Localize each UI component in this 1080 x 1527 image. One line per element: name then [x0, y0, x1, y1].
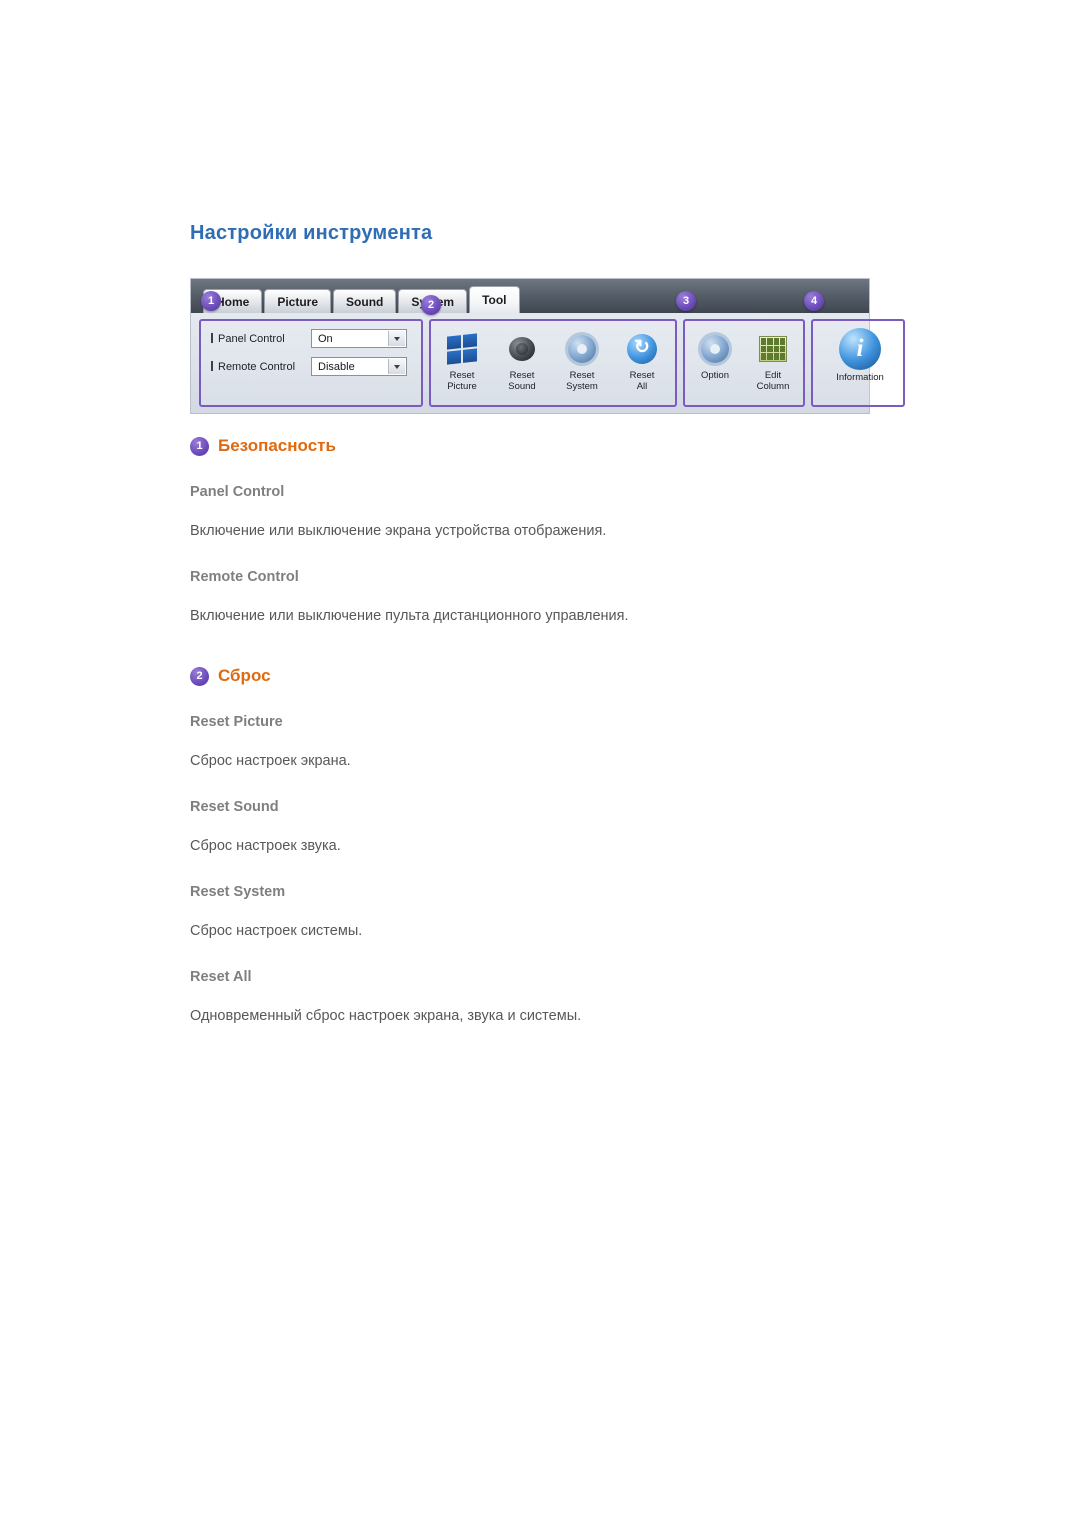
item-title-remote-control: Remote Control — [190, 569, 299, 585]
panel-control-value: On — [318, 332, 333, 345]
gear-icon — [686, 327, 744, 371]
callout-2: 2 — [421, 295, 441, 315]
item-desc-reset-sound: Сброс настроек звука. — [190, 838, 341, 854]
chevron-down-icon[interactable] — [388, 331, 405, 346]
reset-sound-label-2: Sound — [508, 380, 536, 392]
section-number-1: 1 — [190, 436, 209, 456]
item-title-reset-system: Reset System — [190, 884, 286, 900]
tab-sound[interactable]: Sound — [333, 289, 397, 313]
screenshot-tab-bar: Home Picture Sound System Tool — [203, 283, 522, 313]
item-desc-reset-system: Сброс настроек системы. — [190, 923, 363, 939]
reset-picture-label-1: Reset — [449, 370, 475, 381]
group-security: Panel Control On Remote Control Disable — [199, 319, 423, 407]
reset-system-label-1: Reset — [569, 370, 595, 381]
item-title-reset-all: Reset All — [190, 969, 252, 985]
tab-picture[interactable]: Picture — [264, 289, 332, 313]
tab-tool[interactable]: Tool — [469, 286, 520, 313]
reset-sound-button[interactable]: Reset Sound — [493, 327, 551, 392]
remote-control-value: Disable — [318, 360, 355, 373]
reset-picture-label-2: Picture — [447, 380, 477, 392]
reset-sound-label-1: Reset — [509, 370, 535, 381]
remote-control-select[interactable]: Disable — [311, 357, 407, 376]
group-information: i Information — [811, 319, 905, 407]
information-button[interactable]: i Information — [829, 325, 891, 384]
group-option: Option Edit Column — [683, 319, 805, 407]
speaker-icon — [493, 327, 551, 371]
section-heading-reset: 2 Сброс — [190, 666, 271, 686]
section-title-1: Безопасность — [218, 436, 336, 455]
callout-3: 3 — [676, 291, 696, 311]
panel-control-label: Panel Control — [207, 333, 311, 345]
item-desc-remote-control: Включение или выключение пульта дистанци… — [190, 608, 629, 624]
option-button[interactable]: Option — [686, 327, 744, 382]
table-grid-icon — [744, 327, 802, 371]
gear-icon — [553, 327, 611, 371]
remote-control-label: Remote Control — [207, 361, 311, 373]
item-title-reset-sound: Reset Sound — [190, 799, 279, 815]
option-label-1: Option — [701, 370, 729, 381]
section-number-2: 2 — [190, 666, 209, 686]
item-desc-reset-picture: Сброс настроек экрана. — [190, 753, 351, 769]
windows-logo-icon — [433, 327, 491, 371]
edit-column-label-2: Column — [756, 380, 790, 392]
page-title: Настройки инструмента — [190, 222, 433, 244]
callout-4: 4 — [804, 291, 824, 311]
setting-panel-control: Panel Control On — [207, 329, 407, 348]
edit-column-button[interactable]: Edit Column — [744, 327, 802, 392]
item-title-reset-picture: Reset Picture — [190, 714, 283, 730]
reset-all-button[interactable]: ↻ Reset All — [613, 327, 671, 392]
section-heading-security: 1 Безопасность — [190, 436, 336, 456]
panel-control-select[interactable]: On — [311, 329, 407, 348]
chevron-down-icon[interactable] — [388, 359, 405, 374]
item-desc-panel-control: Включение или выключение экрана устройст… — [190, 523, 607, 539]
information-label: Information — [836, 372, 884, 383]
reset-system-label-2: System — [566, 380, 598, 392]
tool-settings-screenshot: Home Picture Sound System Tool Panel Con… — [190, 278, 905, 414]
document-page: Настройки инструмента Home Picture Sound… — [0, 0, 1080, 1527]
group-reset: Reset Picture Reset Sound Reset System ↻… — [429, 319, 677, 407]
edit-column-label-1: Edit — [764, 370, 782, 381]
setting-remote-control: Remote Control Disable — [207, 357, 407, 376]
reset-all-label-1: Reset — [629, 370, 655, 381]
reset-picture-button[interactable]: Reset Picture — [433, 327, 491, 392]
item-desc-reset-all: Одновременный сброс настроек экрана, зву… — [190, 1008, 582, 1024]
item-title-panel-control: Panel Control — [190, 484, 285, 500]
refresh-icon: ↻ — [613, 327, 671, 371]
info-icon: i — [829, 325, 891, 373]
reset-all-label-2: All — [636, 380, 648, 392]
callout-1: 1 — [201, 291, 221, 311]
section-title-2: Сброс — [218, 666, 271, 685]
reset-system-button[interactable]: Reset System — [553, 327, 611, 392]
